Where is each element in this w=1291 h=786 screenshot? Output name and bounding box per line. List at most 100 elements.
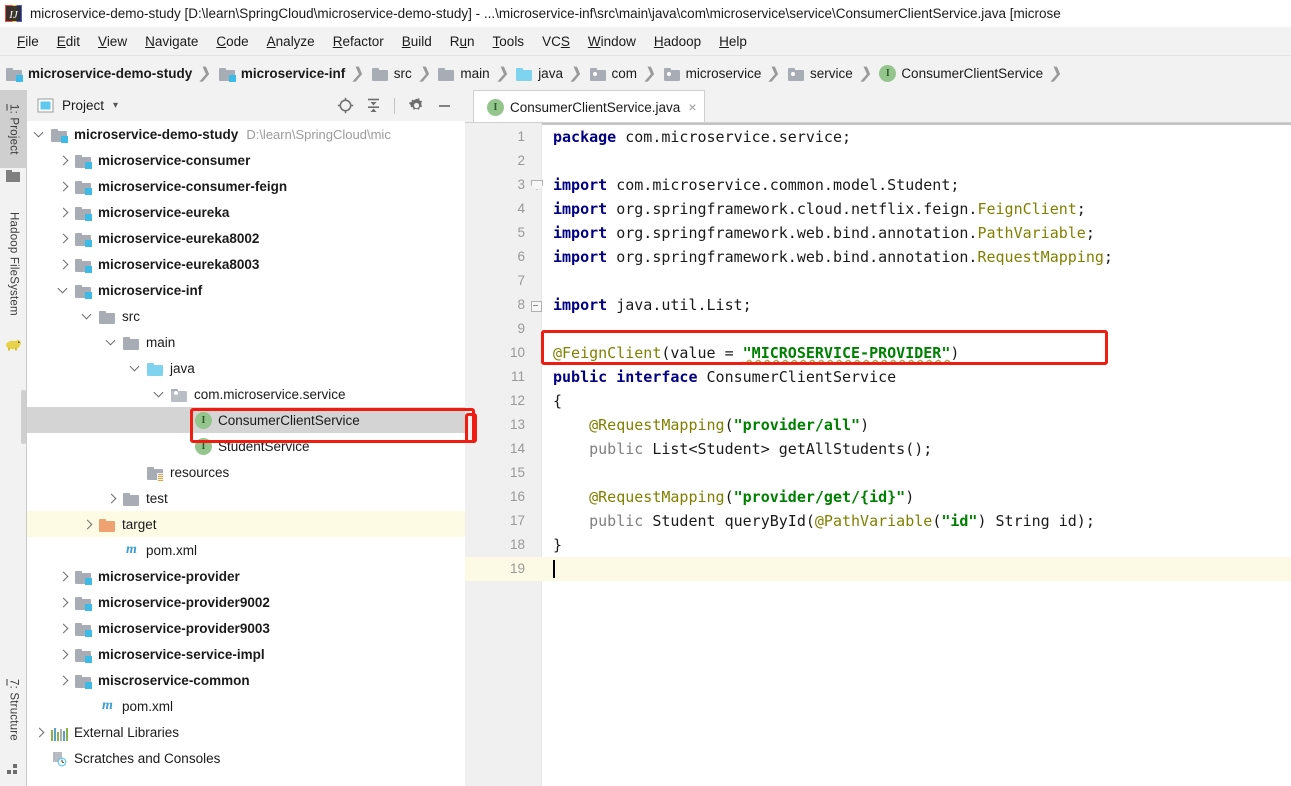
menu-item-help[interactable]: Help [710,32,756,51]
tree-node-scratches-and-consoles[interactable]: Scratches and Consoles [27,745,465,771]
chevron-down-icon[interactable] [131,363,142,374]
tree-node-microservice-eureka8003[interactable]: microservice-eureka8003 [27,251,465,277]
hide-panel-icon[interactable] [431,93,457,119]
code-line-18[interactable]: 18} [465,533,1291,557]
chevron-right-icon[interactable] [59,623,70,634]
chevron-right-icon[interactable] [59,155,70,166]
menu-item-build[interactable]: Build [393,32,441,51]
breadcrumb-item-src[interactable]: src [371,56,412,90]
tree-node-miscroservice-common[interactable]: miscroservice-common [27,667,465,693]
chevron-down-icon[interactable] [107,337,118,348]
locate-file-icon[interactable] [332,93,358,119]
project-view-dropdown-icon[interactable]: ▾ [113,100,118,111]
chevron-down-icon[interactable] [35,129,46,140]
menu-item-edit[interactable]: Edit [48,32,89,51]
code-line-1[interactable]: 1 package com.microservice.service; [465,125,1291,149]
chevron-right-icon[interactable] [107,493,118,504]
chevron-right-icon[interactable] [35,727,46,738]
code-line-6[interactable]: 6 import org.springframework.web.bind.ann… [465,245,1291,269]
code-line-10[interactable]: 10 @FeignClient(value = "MICROSERVICE-PRO… [465,341,1291,365]
chevron-down-icon[interactable] [155,389,166,400]
breadcrumb-item-microservice-demo-study[interactable]: microservice-demo-study [6,56,192,90]
chevron-right-icon[interactable] [59,233,70,244]
tree-node-target[interactable]: target [27,511,465,537]
breadcrumb-item-microservice[interactable]: microservice [663,56,761,90]
tool-button-structure[interactable]: 7: Structure [0,660,27,760]
close-icon[interactable]: × [688,99,696,115]
code-line-7[interactable]: 7 [465,269,1291,293]
tree-node-microservice-eureka[interactable]: microservice-eureka [27,199,465,225]
code-editor[interactable]: 1 package com.microservice.service; 2 3 impo… [465,123,1291,786]
tree-node-test[interactable]: test [27,485,465,511]
tree-node-pom-xml[interactable]: m pom.xml [27,537,465,563]
code-line-17[interactable]: 17 public Student queryById(@PathVariabl… [465,509,1291,533]
tree-node-microservice-provider9003[interactable]: microservice-provider9003 [27,615,465,641]
breadcrumb-item-service[interactable]: service [787,56,853,90]
tree-node-main[interactable]: main [27,329,465,355]
tree-node-microservice-provider9002[interactable]: microservice-provider9002 [27,589,465,615]
tree-node-external-libraries[interactable]: External Libraries [27,719,465,745]
code-line-4[interactable]: 4 import org.springframework.cloud.netfli… [465,197,1291,221]
chevron-right-icon[interactable] [59,571,70,582]
collapse-all-icon[interactable] [360,93,386,119]
breadcrumb-item-microservice-inf[interactable]: microservice-inf [218,56,345,90]
tree-node-studentservice[interactable]: I StudentService [27,433,465,459]
menu-item-window[interactable]: Window [579,32,645,51]
menu-item-navigate[interactable]: Navigate [136,32,207,51]
settings-gear-icon[interactable] [403,93,429,119]
chevron-down-icon[interactable] [59,285,70,296]
code-line-13[interactable]: 13 @RequestMapping("provider/all") [465,413,1291,437]
code-fold-open-icon[interactable] [531,180,542,191]
code-fold-closebox-icon[interactable] [531,300,542,312]
editor-tab-consumerclientservice[interactable]: I ConsumerClientService.java × [473,90,705,123]
menu-item-file[interactable]: File [8,32,48,51]
menu-item-analyze[interactable]: Analyze [258,32,324,51]
tree-node-pom-xml[interactable]: m pom.xml [27,693,465,719]
menu-item-hadoop[interactable]: Hadoop [645,32,710,51]
breadcrumb-item-consumerclientservice[interactable]: I ConsumerClientService [879,56,1043,90]
menu-item-refactor[interactable]: Refactor [324,32,393,51]
tree-node-microservice-consumer-feign[interactable]: microservice-consumer-feign [27,173,465,199]
tree-node-microservice-service-impl[interactable]: microservice-service-impl [27,641,465,667]
tree-node-src[interactable]: src [27,303,465,329]
code-line-9[interactable]: 9 [465,317,1291,341]
code-line-8[interactable]: 8 import java.util.List; [465,293,1291,317]
code-line-16[interactable]: 16 @RequestMapping("provider/get/{id}") [465,485,1291,509]
code-line-15[interactable]: 15 [465,461,1291,485]
code-line-5[interactable]: 5 import org.springframework.web.bind.ann… [465,221,1291,245]
breadcrumb-item-main[interactable]: main [438,56,490,90]
tree-node-java[interactable]: java [27,355,465,381]
chevron-right-icon[interactable] [59,181,70,192]
tree-node-microservice-eureka8002[interactable]: microservice-eureka8002 [27,225,465,251]
tree-node-microservice-inf[interactable]: microservice-inf [27,277,465,303]
chevron-right-icon[interactable] [59,675,70,686]
code-line-3[interactable]: 3 import com.microservice.common.model.St… [465,173,1291,197]
menu-item-tools[interactable]: Tools [484,32,534,51]
tree-node-com-microservice-service[interactable]: com.microservice.service [27,381,465,407]
chevron-right-icon[interactable] [83,519,94,530]
tree-node-consumerclientservice[interactable]: I ConsumerClientService [27,407,465,433]
code-line-12[interactable]: 12 { [465,389,1291,413]
breadcrumb-item-com[interactable]: com [589,56,637,90]
toolstrip-scroll-thumb[interactable] [21,390,26,444]
tree-node-microservice-demo-study[interactable]: microservice-demo-study D:\learn\SpringCl… [27,121,465,147]
chevron-right-icon[interactable] [59,207,70,218]
tool-button-project[interactable]: 1: Project [0,90,27,168]
chevron-down-icon[interactable] [83,311,94,322]
code-line-11[interactable]: 11 public interface ConsumerClientService [465,365,1291,389]
menu-item-vcs[interactable]: VCS [533,32,579,51]
code-line-14[interactable]: 14 public List<Student> getAllStudents()… [465,437,1291,461]
tree-node-microservice-provider[interactable]: microservice-provider [27,563,465,589]
tree-node-microservice-consumer[interactable]: microservice-consumer [27,147,465,173]
menu-item-code[interactable]: Code [207,32,257,51]
chevron-right-icon[interactable] [59,597,70,608]
menu-item-view[interactable]: View [89,32,136,51]
tree-node-resources[interactable]: resources [27,459,465,485]
code-line-19[interactable]: 19 [465,557,1291,581]
menu-item-run[interactable]: Run [441,32,484,51]
project-tree[interactable]: microservice-demo-study D:\learn\SpringCl… [27,121,465,786]
chevron-right-icon[interactable] [59,649,70,660]
tool-button-hadoop-filesystem[interactable]: Hadoop FileSystem [0,194,27,334]
code-line-2[interactable]: 2 [465,149,1291,173]
chevron-right-icon[interactable] [59,259,70,270]
